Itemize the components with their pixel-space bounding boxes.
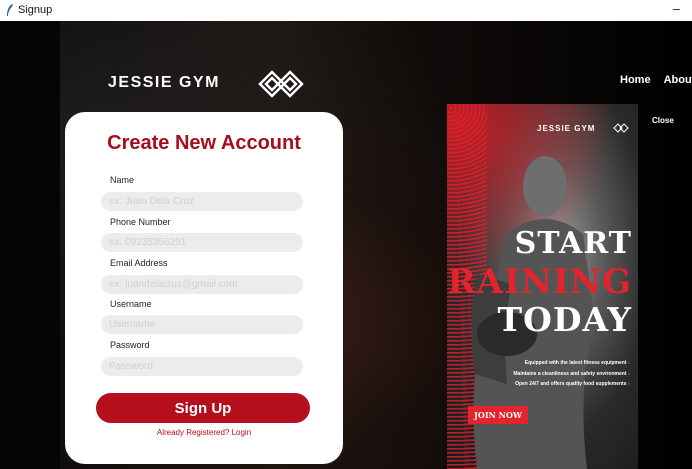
phone-field[interactable] bbox=[101, 233, 303, 252]
name-field[interactable] bbox=[101, 192, 303, 211]
feature-list: Equipped with the latest fitness equipme… bbox=[513, 358, 630, 390]
feather-icon bbox=[7, 4, 13, 16]
email-field[interactable] bbox=[101, 275, 303, 294]
login-link[interactable]: Already Registered? Login bbox=[65, 428, 343, 437]
window-title: Signup bbox=[18, 4, 53, 16]
background-shadow bbox=[0, 21, 60, 469]
email-label: Email Address bbox=[110, 258, 168, 268]
top-nav: Home About bbox=[620, 74, 692, 86]
brand-logo-text: JESSIE GYM bbox=[108, 74, 220, 91]
name-label: Name bbox=[110, 175, 135, 185]
password-field[interactable] bbox=[101, 357, 303, 376]
password-label: Password bbox=[110, 340, 150, 350]
feature-item: Equipped with the latest fitness equipme… bbox=[513, 358, 630, 369]
feature-item: Open 24/7 and offers quality food supple… bbox=[513, 379, 630, 390]
headline-start: START bbox=[514, 226, 632, 261]
headline-training: TRAINING bbox=[447, 262, 632, 302]
poster-logo-text: JESSIE GYM bbox=[537, 124, 596, 133]
phone-label: Phone Number bbox=[110, 217, 171, 227]
headline-today: TODAY bbox=[497, 300, 632, 339]
window-titlebar: Signup – bbox=[0, 0, 692, 22]
nav-home[interactable]: Home bbox=[620, 74, 651, 86]
nav-about[interactable]: About bbox=[664, 74, 692, 86]
signup-button[interactable]: Sign Up bbox=[96, 393, 310, 423]
app-background: JESSIE GYM Home About Close JESSIE GYM ST… bbox=[0, 21, 692, 469]
feature-item: Maintains a cleanliness and safety envir… bbox=[513, 369, 630, 380]
join-now-button[interactable]: JOIN NOW bbox=[468, 406, 528, 424]
poster-logo-icon bbox=[613, 123, 629, 133]
username-label: Username bbox=[110, 299, 152, 309]
minimize-button[interactable]: – bbox=[673, 1, 680, 16]
signup-card: Create New Account Name Phone Number Ema… bbox=[65, 112, 343, 464]
brand-logo-icon bbox=[258, 70, 304, 98]
username-field[interactable] bbox=[101, 315, 303, 334]
form-title: Create New Account bbox=[107, 132, 301, 154]
promo-poster: JESSIE GYM START TRAINING TODAY Equipped… bbox=[447, 104, 638, 469]
close-button[interactable]: Close bbox=[652, 116, 674, 125]
